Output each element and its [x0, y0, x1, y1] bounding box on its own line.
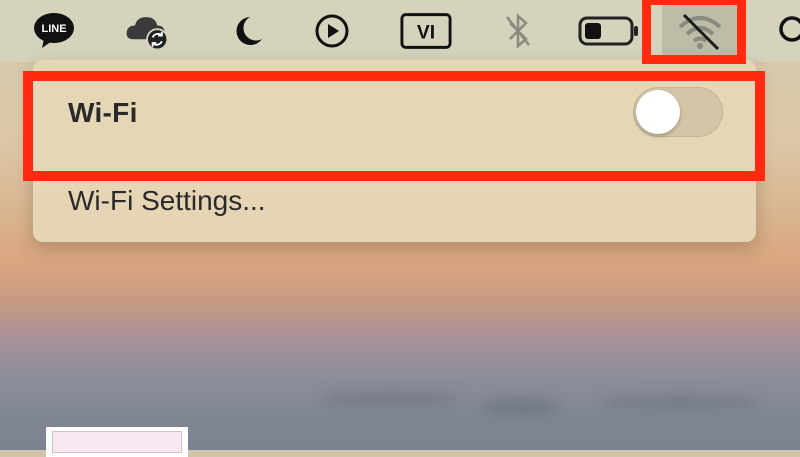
search-icon[interactable] — [770, 8, 800, 54]
cloud-sync-icon[interactable] — [124, 8, 172, 54]
desktop-file-thumbnail[interactable] — [46, 427, 188, 457]
line-app-icon[interactable]: LINE — [30, 8, 78, 54]
highlight-box-wifi-row — [23, 71, 765, 181]
line-icon-text: LINE — [41, 23, 66, 35]
wifi-settings-menu-item[interactable]: Wi-Fi Settings... — [68, 185, 266, 217]
background-cloud — [320, 392, 460, 406]
input-source-label: VI — [417, 23, 435, 44]
bluetooth-off-icon[interactable] — [494, 8, 542, 54]
moon-icon[interactable] — [222, 8, 270, 54]
background-cloud — [600, 396, 760, 408]
background-cloud — [480, 398, 560, 416]
battery-icon[interactable] — [576, 8, 642, 54]
play-circle-icon[interactable] — [308, 8, 356, 54]
input-source-icon[interactable]: VI — [400, 8, 452, 54]
highlight-box-wifi-icon — [642, 0, 746, 64]
